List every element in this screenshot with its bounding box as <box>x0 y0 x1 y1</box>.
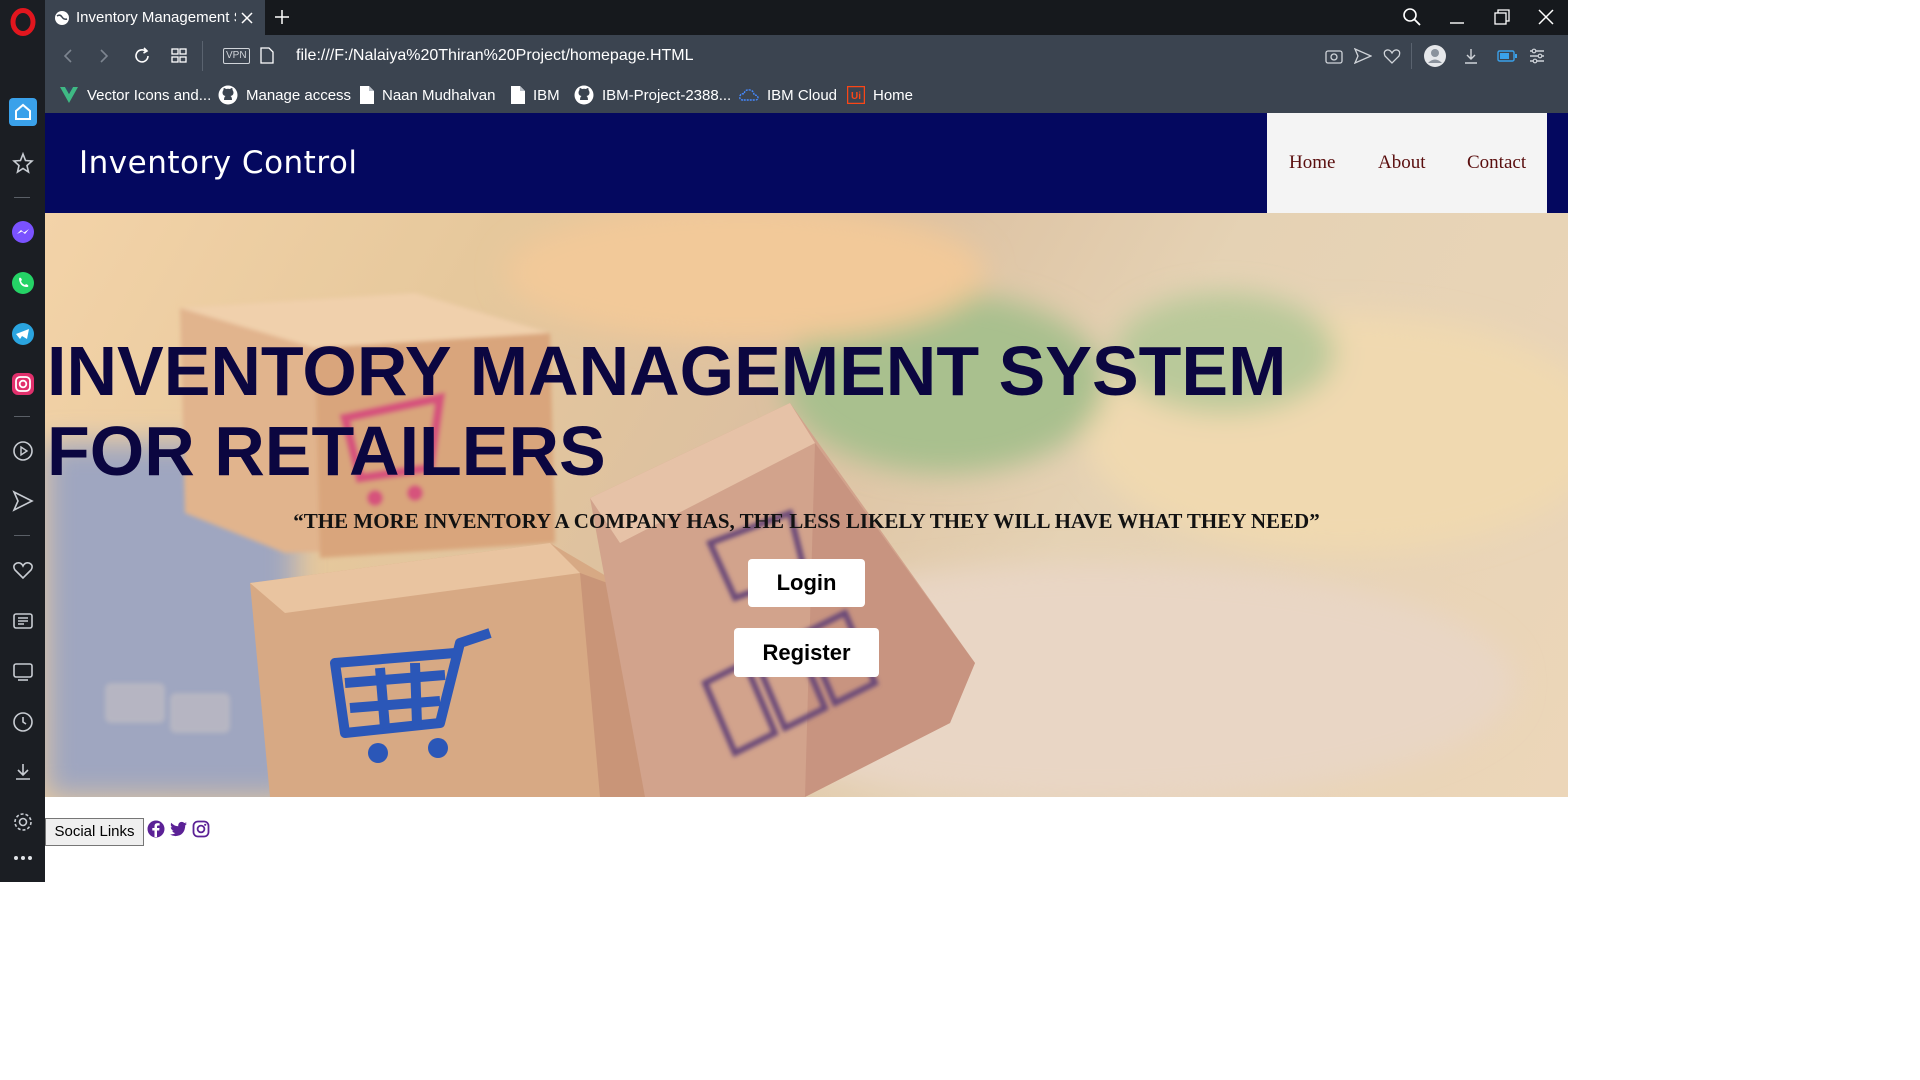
send-icon[interactable] <box>1354 48 1372 64</box>
easy-setup-icon[interactable] <box>1528 47 1546 65</box>
vpn-badge[interactable]: VPN <box>223 48 250 64</box>
camera-icon[interactable] <box>1325 48 1343 64</box>
minimize-icon[interactable] <box>1449 8 1465 26</box>
active-tab[interactable]: Inventory Management S <box>45 0 265 35</box>
bookmark-vector-icons[interactable]: Vector Icons and... <box>59 77 211 113</box>
social-icons <box>147 820 210 838</box>
github-icon <box>574 85 594 105</box>
history-icon[interactable] <box>0 711 45 733</box>
webpage: Inventory Control Home About Contact INV… <box>45 113 1568 882</box>
bookmark-manage-access[interactable]: Manage access <box>218 77 351 113</box>
home-icon[interactable] <box>0 98 45 126</box>
back-icon[interactable] <box>61 48 75 64</box>
new-tab-icon[interactable] <box>274 9 290 25</box>
url-field[interactable]: file:///F:/Nalaiya%20Thiran%20Project/ho… <box>296 35 694 77</box>
hero-background-image <box>45 213 1568 797</box>
cloud-icon <box>739 89 759 101</box>
opera-sidebar <box>0 0 45 882</box>
bookmark-home[interactable]: Ui Home <box>847 77 913 113</box>
news-icon[interactable] <box>0 610 45 632</box>
document-icon <box>511 86 525 104</box>
nav-links: Home About Contact <box>1267 113 1547 213</box>
forward-icon[interactable] <box>97 48 111 64</box>
hero-section: INVENTORY MANAGEMENT SYSTEM FOR RETAILER… <box>45 213 1568 797</box>
download-icon[interactable] <box>1462 47 1480 65</box>
address-bar: VPN file:///F:/Nalaiya%20Thiran%20Projec… <box>45 35 1568 77</box>
document-icon <box>360 86 374 104</box>
speed-dial-icon[interactable] <box>171 48 187 64</box>
profile-icon[interactable] <box>1423 44 1447 68</box>
more-icon[interactable] <box>0 848 45 868</box>
bookmarks-bar: Vector Icons and... Manage access Naan M… <box>45 77 1568 113</box>
bookmark-ibm-project[interactable]: IBM-Project-2388... <box>574 77 731 113</box>
hero-title: INVENTORY MANAGEMENT SYSTEM FOR RETAILER… <box>47 332 1287 490</box>
search-icon[interactable] <box>1402 7 1422 27</box>
heart-icon[interactable] <box>0 559 45 581</box>
whatsapp-icon[interactable] <box>0 271 45 295</box>
tab-title: Inventory Management S <box>76 9 236 26</box>
bookmark-ibm[interactable]: IBM <box>511 77 560 113</box>
download-icon[interactable] <box>0 761 45 783</box>
hero-quote: “THE MORE INVENTORY A COMPANY HAS, THE L… <box>293 509 1320 533</box>
restore-icon[interactable] <box>1494 9 1510 25</box>
window-close-icon[interactable] <box>1538 9 1554 25</box>
twitter-icon[interactable] <box>169 820 188 838</box>
login-button[interactable]: Login <box>748 559 865 607</box>
star-icon[interactable] <box>0 152 45 174</box>
svg-text:Ui: Ui <box>851 91 861 102</box>
nav-about-link[interactable]: About <box>1378 113 1426 213</box>
facebook-icon[interactable] <box>147 820 165 838</box>
instagram-icon[interactable] <box>0 372 45 396</box>
settings-icon[interactable] <box>0 811 45 833</box>
social-links-button[interactable]: Social Links <box>45 818 144 846</box>
bookmark-ibm-cloud[interactable]: IBM Cloud <box>739 77 837 113</box>
site-brand[interactable]: Inventory Control <box>79 113 357 213</box>
github-icon <box>218 85 238 105</box>
bookmark-naan-mudhalvan[interactable]: Naan Mudhalvan <box>360 77 495 113</box>
instagram-icon[interactable] <box>192 820 210 838</box>
ui-logo-icon: Ui <box>847 86 865 104</box>
telegram-icon[interactable] <box>0 322 45 346</box>
site-footer: Social Links <box>45 797 1568 882</box>
reload-icon[interactable] <box>133 47 151 65</box>
player-icon[interactable] <box>0 440 45 462</box>
tab-list-icon[interactable] <box>0 661 45 683</box>
opera-logo-icon[interactable] <box>0 8 45 36</box>
globe-icon <box>55 10 69 25</box>
nav-home-link[interactable]: Home <box>1289 113 1335 213</box>
tab-bar: Inventory Management S <box>45 0 1568 35</box>
file-icon <box>260 47 274 64</box>
battery-saver-icon[interactable] <box>1497 50 1517 62</box>
site-navbar: Inventory Control Home About Contact <box>45 113 1568 213</box>
vue-logo-icon <box>60 87 78 103</box>
nav-contact-link[interactable]: Contact <box>1467 113 1526 213</box>
register-button[interactable]: Register <box>734 628 879 677</box>
heart-icon[interactable] <box>1383 48 1401 64</box>
close-icon[interactable] <box>240 11 254 25</box>
messenger-icon[interactable] <box>0 220 45 244</box>
send-icon[interactable] <box>0 490 45 512</box>
